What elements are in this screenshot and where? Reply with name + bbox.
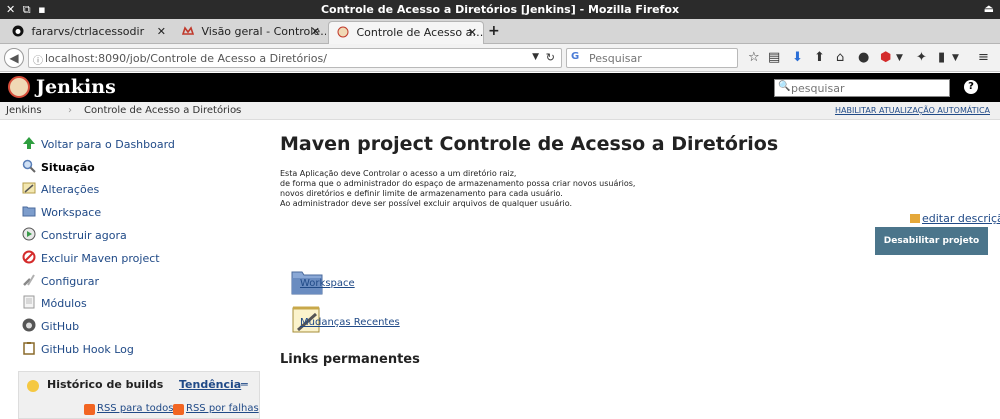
- description-line: novos diretórios e definir limite de arm…: [280, 189, 563, 198]
- disable-project-button[interactable]: Desabilitar projeto: [875, 227, 988, 255]
- close-icon[interactable]: ✕: [468, 26, 477, 39]
- breadcrumb-jenkins[interactable]: Jenkins: [6, 105, 42, 116]
- eject-icon[interactable]: ⏏: [984, 2, 994, 15]
- delete-icon: [22, 250, 36, 264]
- project-description: Esta Aplicação deve Controlar o acesso a…: [280, 169, 635, 209]
- rss-icon: [84, 404, 95, 415]
- back-button[interactable]: ◀: [4, 48, 24, 68]
- trend-icon[interactable]: ═: [241, 378, 248, 391]
- tab-label: Controle de Acesso a…: [356, 26, 484, 39]
- breadcrumb-separator: ›: [234, 105, 238, 116]
- sidebar-item-label: Excluir Maven project: [41, 252, 160, 265]
- wrench-icon: [23, 274, 35, 286]
- url-input[interactable]: [45, 51, 485, 65]
- download-icon[interactable]: ⬇: [792, 50, 803, 65]
- sidebar-item-label: Configurar: [41, 275, 100, 288]
- folder-icon: [22, 206, 36, 217]
- help-icon[interactable]: ?: [964, 80, 978, 94]
- sidebar-item-label: Módulos: [41, 297, 87, 310]
- rss-icon: [173, 404, 184, 415]
- star-icon[interactable]: ☆: [748, 50, 760, 65]
- auto-refresh-link[interactable]: HABILITAR ATUALIZAÇÃO AUTOMÁTICA: [835, 106, 990, 115]
- chat-icon[interactable]: ●: [858, 50, 869, 65]
- tab-github[interactable]: fararvs/ctrlacessodir ✕: [4, 21, 172, 44]
- share-icon[interactable]: ⬆: [814, 50, 825, 65]
- breadcrumb-separator: ›: [68, 105, 72, 116]
- adblock-icon[interactable]: ⬢: [880, 50, 891, 65]
- close-icon[interactable]: ✕: [311, 25, 320, 38]
- build-icon: [22, 227, 36, 241]
- jenkins-search-input[interactable]: [791, 81, 946, 95]
- sidebar-item-label: Voltar para o Dashboard: [41, 138, 175, 151]
- new-tab-button[interactable]: +: [488, 23, 500, 39]
- github-icon: [12, 25, 24, 37]
- rss-failures-link[interactable]: RSS por falhas: [186, 403, 259, 414]
- window-title: Controle de Acesso a Diretórios [Jenkins…: [320, 3, 680, 16]
- jenkins-search[interactable]: 🔍: [774, 79, 950, 97]
- os-title-bar: ✕ ⧉ ▪ Controle de Acesso a Diretórios [J…: [0, 0, 1000, 19]
- browser-search-bar[interactable]: G: [566, 48, 738, 68]
- breadcrumb: Jenkins › Controle de Acesso a Diretório…: [0, 102, 1000, 120]
- jenkins-header: Jenkins 🔍 ?: [0, 73, 1000, 102]
- sidebar-item-label: Situação: [41, 161, 95, 174]
- home-icon[interactable]: ⌂: [836, 50, 844, 65]
- tab-label: Visão geral - Controle…: [201, 25, 327, 38]
- menu-icon[interactable]: ≡: [978, 50, 989, 65]
- search-icon: [22, 159, 36, 173]
- clipboard-icon[interactable]: ▤: [768, 50, 780, 65]
- build-history-label: Histórico de builds: [47, 378, 164, 391]
- sidebar-item-label: GitHub: [41, 320, 80, 333]
- sidebar-item-label: GitHub Hook Log: [41, 343, 134, 356]
- build-history-panel: Histórico de builds Tendência ═ RSS para…: [18, 371, 260, 419]
- reader-icon[interactable]: ▮: [938, 50, 945, 65]
- search-icon: 🔍: [778, 81, 791, 92]
- trend-link[interactable]: Tendência: [179, 378, 241, 391]
- jenkins-logo[interactable]: [8, 76, 30, 98]
- tab-jenkins[interactable]: Controle de Acesso a… ✕: [328, 21, 484, 44]
- tab-label: fararvs/ctrlacessodir: [31, 25, 145, 38]
- clipboard-icon: [23, 342, 35, 355]
- navigation-bar: ◀ ⓘ ▼ ↻ G ☆ ▤ ⬇ ⬆ ⌂ ● ⬢ ▼ ✦ ▮ ▼ ≡: [0, 44, 1000, 72]
- arrow-up-icon: [23, 137, 35, 149]
- reload-icon[interactable]: ↻: [546, 51, 555, 64]
- document-icon: [23, 295, 35, 309]
- weather-icon: [27, 380, 39, 392]
- edit-description-label: editar descrição: [922, 212, 1000, 225]
- jenkins-icon: [337, 26, 349, 38]
- notepad-icon: [22, 182, 36, 194]
- search-engine-icon[interactable]: G: [571, 51, 579, 62]
- browser-search-input[interactable]: [589, 51, 729, 65]
- tab-strip: fararvs/ctrlacessodir ✕ Visão geral - Co…: [0, 19, 1000, 44]
- github-icon: [22, 318, 36, 332]
- back-arrow-icon: ◀: [9, 51, 19, 65]
- close-icon[interactable]: ✕: [157, 25, 166, 38]
- description-line: de forma que o administrador do espaço d…: [280, 179, 636, 188]
- sidebar-item-label: Construir agora: [41, 229, 127, 242]
- workspace-link[interactable]: Workspace: [300, 278, 355, 289]
- page-title: Maven project Controle de Acesso a Diret…: [280, 133, 779, 155]
- description-line: Esta Aplicação deve Controlar o acesso a…: [280, 169, 517, 178]
- permalinks-heading: Links permanentes: [280, 352, 420, 367]
- dropdown-icon[interactable]: ▼: [896, 53, 903, 63]
- edit-icon: [910, 214, 920, 223]
- tab-gitlab[interactable]: Visão geral - Controle… ✕: [174, 21, 326, 44]
- breadcrumb-project[interactable]: Controle de Acesso a Diretórios: [84, 105, 241, 116]
- description-line: Ao administrador deve ser possível exclu…: [280, 199, 573, 208]
- rss-all-link[interactable]: RSS para todos: [97, 403, 173, 414]
- recent-changes-link[interactable]: Mudanças Recentes: [300, 317, 400, 328]
- url-bar[interactable]: ⓘ ▼ ↻: [28, 48, 562, 68]
- sidebar-item-label: Alterações: [41, 183, 100, 196]
- edit-description-link[interactable]: editar descrição: [910, 212, 1000, 225]
- gitlab-icon: [182, 26, 194, 35]
- dropdown-icon[interactable]: ▼: [532, 52, 539, 62]
- sidebar-item-label: Workspace: [41, 206, 102, 219]
- dropdown-icon[interactable]: ▼: [952, 53, 959, 63]
- extension-icon[interactable]: ✦: [916, 50, 927, 65]
- info-icon[interactable]: ⓘ: [33, 52, 43, 67]
- jenkins-title[interactable]: Jenkins: [36, 76, 116, 98]
